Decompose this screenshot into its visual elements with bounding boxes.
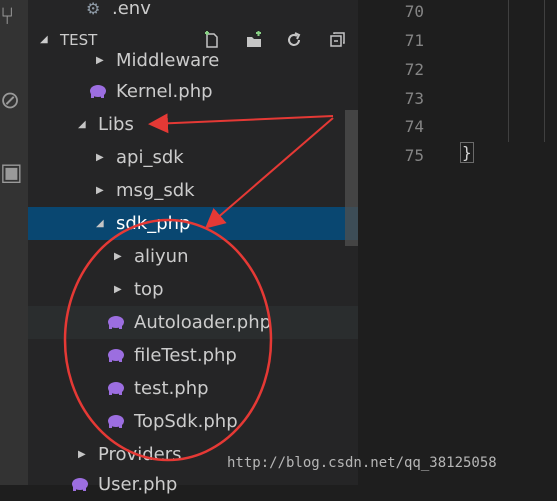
chevron-down-icon[interactable]: ◢	[78, 108, 86, 141]
chevron-down-icon[interactable]: ◢	[96, 207, 104, 240]
tree-item-label: TopSdk.php	[134, 411, 238, 432]
tree-folder-sdk-php[interactable]: ◢ sdk_php	[28, 207, 358, 240]
line-number: 73	[404, 89, 424, 108]
tree-file-autoloader[interactable]: Autoloader.php	[28, 306, 358, 339]
tree-item-label: test.php	[134, 378, 209, 399]
activity-bar: ⑂ ⊘ ▣	[0, 0, 28, 485]
chevron-right-icon[interactable]: ▶	[78, 438, 86, 471]
source-control-icon[interactable]: ⑂	[0, 4, 28, 28]
tree-item-label: Autoloader.php	[134, 312, 272, 333]
tree-item-label: msg_sdk	[116, 180, 195, 201]
tree-file-topsdk[interactable]: TopSdk.php	[28, 405, 358, 438]
tree-item-label: top	[134, 279, 164, 300]
gear-icon: ⚙	[86, 0, 101, 18]
php-elephant-icon	[72, 478, 88, 491]
chevron-right-icon[interactable]: ▶	[96, 44, 104, 77]
chevron-right-icon[interactable]: ▶	[114, 273, 122, 306]
tree-folder-libs[interactable]: ◢ Libs	[28, 108, 358, 141]
tree-file-filetest[interactable]: fileTest.php	[28, 339, 358, 372]
php-elephant-icon	[108, 382, 124, 395]
line-number: 75	[404, 146, 424, 165]
tree-item-label: .env	[112, 0, 151, 19]
tree-folder-middleware[interactable]: ▶ Middleware	[28, 44, 358, 77]
tree-file-test[interactable]: test.php	[28, 372, 358, 405]
tree-item-label: Kernel.php	[116, 81, 213, 102]
line-number: 74	[404, 117, 424, 136]
sidebar-scrollbar[interactable]	[345, 110, 358, 246]
tree-item-env[interactable]: ⚙ .env	[28, 0, 358, 25]
chevron-right-icon[interactable]: ▶	[96, 141, 104, 174]
watermark: http://blog.csdn.net/qq_38125058	[227, 455, 497, 471]
tree-folder-msg-sdk[interactable]: ▶ msg_sdk	[28, 174, 358, 207]
php-elephant-icon	[108, 415, 124, 428]
line-number: 72	[404, 60, 424, 79]
line-number: 71	[404, 31, 424, 50]
tree-file-kernel[interactable]: Kernel.php	[28, 75, 358, 108]
closing-brace: }	[462, 143, 472, 162]
tree-item-label: Libs	[98, 114, 134, 135]
tree-folder-top[interactable]: ▶ top	[28, 273, 358, 306]
chevron-right-icon[interactable]: ▶	[114, 240, 122, 273]
line-number: 70	[404, 2, 424, 21]
extensions-icon[interactable]: ▣	[0, 160, 28, 184]
tree-folder-aliyun[interactable]: ▶ aliyun	[28, 240, 358, 273]
tree-folder-api-sdk[interactable]: ▶ api_sdk	[28, 141, 358, 174]
tree-item-label: sdk_php	[116, 213, 191, 234]
tree-item-label: aliyun	[134, 246, 189, 267]
tree-item-label: Providers	[98, 444, 182, 465]
tree-item-label: fileTest.php	[134, 345, 237, 366]
indent-guide	[508, 0, 509, 142]
chevron-right-icon[interactable]: ▶	[96, 174, 104, 207]
tree-item-label: Middleware	[116, 50, 220, 71]
code-line-brace: }	[460, 142, 474, 163]
debug-icon[interactable]: ⊘	[0, 88, 28, 112]
tree-item-label: api_sdk	[116, 147, 184, 168]
php-elephant-icon	[108, 349, 124, 362]
indent-guide	[544, 0, 545, 142]
php-elephant-icon	[108, 316, 124, 329]
php-elephant-icon	[90, 85, 106, 98]
